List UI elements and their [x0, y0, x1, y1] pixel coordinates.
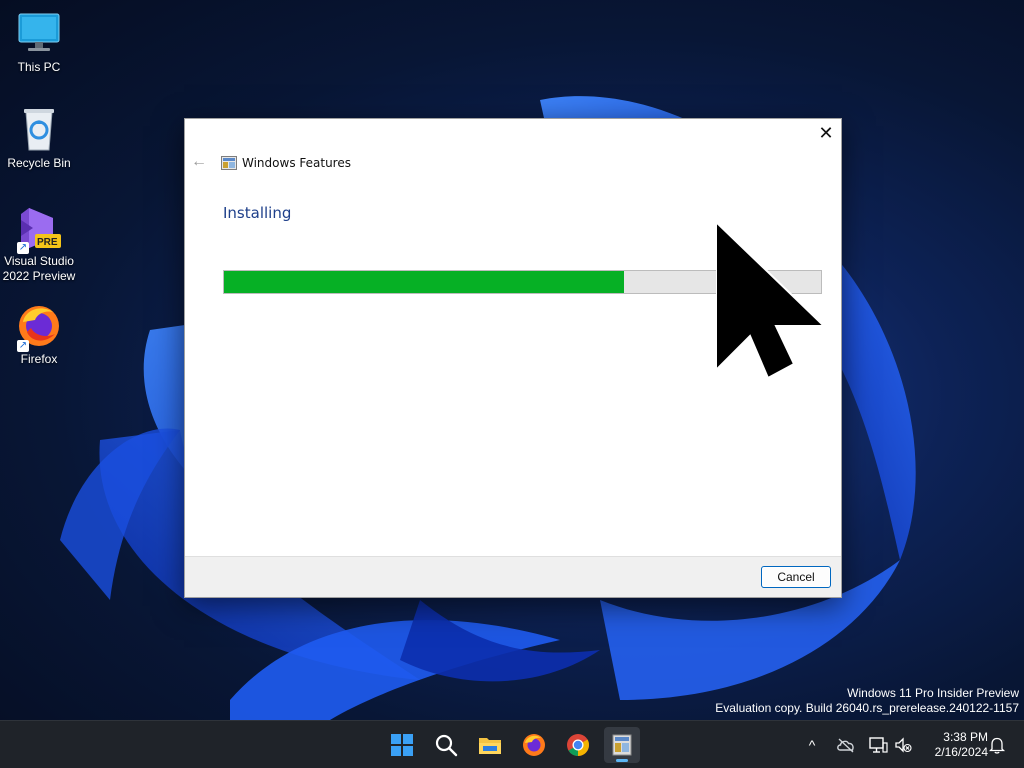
desktop-icon-label: Firefox — [20, 352, 58, 366]
start-icon — [391, 734, 413, 756]
network-icon[interactable] — [868, 735, 888, 755]
mouse-pointer-icon — [716, 222, 826, 378]
taskbar-clock[interactable]: 3:38 PM 2/16/2024 — [918, 730, 988, 760]
windows-features-icon — [612, 734, 632, 756]
running-indicator — [616, 759, 628, 762]
taskbar-firefox[interactable] — [516, 727, 552, 763]
windows-features-icon — [221, 155, 237, 171]
taskbar-windows-features[interactable] — [604, 727, 640, 763]
firefox-icon — [523, 734, 545, 756]
file-explorer-icon — [479, 738, 501, 754]
desktop-icon-visual-studio[interactable]: PRE ↗ Visual Studio 2022 Preview — [1, 204, 77, 284]
monitor-icon — [15, 10, 63, 58]
start-button[interactable] — [384, 727, 420, 763]
recycle-bin-icon — [15, 106, 63, 154]
search-button[interactable] — [428, 727, 464, 763]
watermark-build: Evaluation copy. Build 26040.rs_prerelea… — [715, 701, 1019, 715]
desktop-icon-this-pc[interactable]: This PC — [1, 10, 77, 75]
taskbar-chrome[interactable] — [560, 727, 596, 763]
close-button[interactable]: ✕ — [811, 119, 841, 147]
evaluation-watermark: Windows 11 Pro Insider Preview Evaluatio… — [715, 686, 1019, 716]
desktop-icon-label: This PC — [17, 60, 61, 74]
preview-badge: PRE — [37, 237, 58, 248]
show-hidden-icons-button[interactable]: ^ — [802, 735, 822, 755]
volume-muted-icon[interactable] — [893, 735, 913, 755]
visual-studio-icon: PRE ↗ — [15, 204, 63, 254]
firefox-icon: ↗ — [15, 302, 63, 352]
cancel-button[interactable]: Cancel — [761, 566, 831, 588]
search-icon — [435, 734, 458, 757]
shortcut-arrow-icon: ↗ — [17, 340, 29, 352]
shortcut-arrow-icon: ↗ — [17, 242, 29, 254]
dialog-title: Windows Features — [242, 156, 351, 170]
clock-date: 2/16/2024 — [934, 745, 988, 759]
dialog-footer: Cancel — [185, 556, 841, 597]
taskbar: ^ 3:38 PM 2/16/2024 — [0, 720, 1024, 768]
taskbar-file-explorer[interactable] — [472, 727, 508, 763]
notification-bell-icon[interactable] — [987, 735, 1007, 755]
status-heading: Installing — [223, 204, 292, 222]
chrome-icon — [567, 734, 589, 756]
clock-time: 3:38 PM — [943, 730, 988, 744]
progress-fill — [224, 271, 624, 293]
desktop-icon-firefox[interactable]: ↗ Firefox — [1, 302, 77, 367]
desktop-icon-recycle-bin[interactable]: Recycle Bin — [1, 106, 77, 171]
desktop-icon-label: Visual Studio 2022 Preview — [2, 254, 76, 283]
onedrive-icon[interactable] — [836, 735, 856, 755]
back-arrow-icon[interactable]: ← — [191, 153, 209, 171]
watermark-edition: Windows 11 Pro Insider Preview — [847, 686, 1019, 700]
desktop-icon-label: Recycle Bin — [7, 156, 71, 170]
